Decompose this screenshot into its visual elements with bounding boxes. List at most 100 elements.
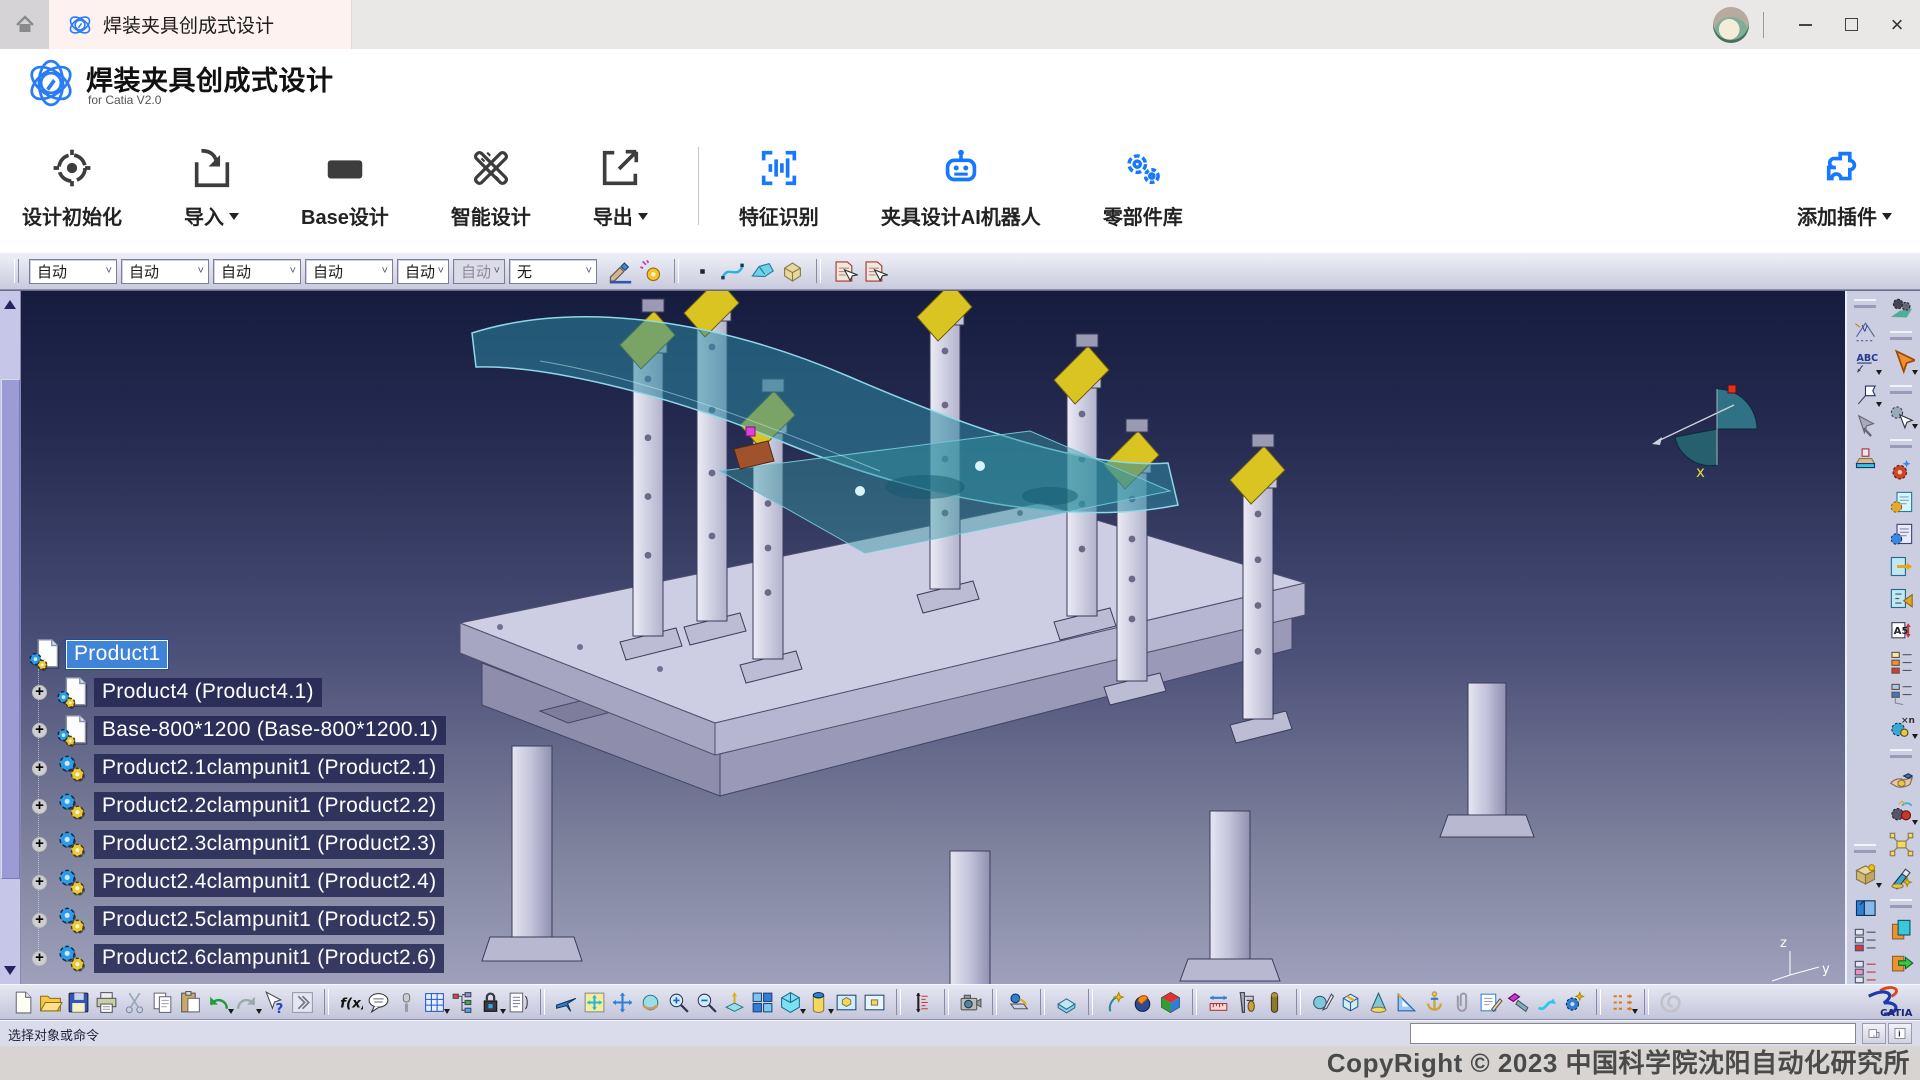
- list-rule-icon[interactable]: [506, 990, 531, 1015]
- surface-patch-icon[interactable]: [749, 258, 776, 285]
- expander-plus-icon[interactable]: +: [32, 761, 47, 776]
- abc-note-icon[interactable]: ABC: [1852, 349, 1879, 376]
- catalog-box-icon[interactable]: [1852, 862, 1879, 889]
- spray-can-icon[interactable]: [637, 258, 664, 285]
- format-combo[interactable]: 无˅: [509, 259, 597, 284]
- undo-icon[interactable]: [206, 990, 231, 1015]
- paint-brush-icon[interactable]: [607, 258, 634, 285]
- copy-green-icon[interactable]: [1888, 949, 1915, 976]
- format-combo[interactable]: 自动˅: [121, 259, 209, 284]
- expander-plus-icon[interactable]: +: [32, 875, 47, 890]
- camera-icon[interactable]: [958, 990, 983, 1015]
- print-icon[interactable]: [94, 990, 119, 1015]
- scroll-down-arrow[interactable]: [2, 965, 18, 981]
- tree-item[interactable]: + Product2.6clampunit1 (Product2.6): [26, 939, 466, 977]
- box-solid-icon[interactable]: [779, 258, 806, 285]
- fx-icon[interactable]: f(x): [338, 990, 363, 1015]
- toolbar-separator[interactable]: [816, 259, 821, 283]
- new-doc-icon[interactable]: [10, 990, 35, 1015]
- knob-icon[interactable]: [394, 990, 419, 1015]
- tree-blue-icon[interactable]: [1888, 681, 1915, 708]
- named-view-b-icon[interactable]: [862, 990, 887, 1015]
- format-combo[interactable]: 自动˅: [29, 259, 117, 284]
- catalog-browse-icon[interactable]: [861, 258, 888, 285]
- tree-item[interactable]: + Product2.2clampunit1 (Product2.2): [26, 787, 466, 825]
- scrollbar-thumb[interactable]: [1, 379, 20, 879]
- fly-icon[interactable]: [554, 990, 579, 1015]
- toolbar-spacer[interactable]: [1865, 477, 1866, 835]
- tree-item-label[interactable]: Base-800*1200 (Base-800*1200.1): [94, 716, 446, 745]
- tree-item[interactable]: + Product2.5clampunit1 (Product2.5): [26, 901, 466, 939]
- orientation-compass[interactable]: x: [1652, 385, 1757, 481]
- toolbar-grip[interactable]: [1890, 749, 1912, 758]
- info-button[interactable]: i: [1888, 1023, 1912, 1044]
- ribbon-item[interactable]: 导出: [593, 145, 648, 230]
- measure-between-icon[interactable]: [1206, 990, 1231, 1015]
- scroll-up-arrow[interactable]: [2, 293, 18, 309]
- format-combo[interactable]: 自动˅: [305, 259, 393, 284]
- maximize-button[interactable]: [1828, 0, 1874, 49]
- swirl-icon[interactable]: [1658, 990, 1683, 1015]
- tree-item-label[interactable]: Product4 (Product4.1): [94, 678, 322, 707]
- screwdriver-icon[interactable]: [1506, 990, 1531, 1015]
- zoom-out-icon[interactable]: [694, 990, 719, 1015]
- format-combo[interactable]: 自动˅: [453, 259, 505, 284]
- cut-icon[interactable]: [122, 990, 147, 1015]
- capsule-icon[interactable]: [1262, 990, 1287, 1015]
- expander-plus-icon[interactable]: +: [32, 913, 47, 928]
- toolbar-grip[interactable]: [1854, 844, 1876, 853]
- export-tree-icon[interactable]: [1888, 585, 1915, 612]
- tree-item-label[interactable]: Product2.4clampunit1 (Product2.4): [94, 868, 444, 897]
- tree-item-label[interactable]: Product1: [66, 640, 168, 669]
- shade-cylinder-icon[interactable]: [806, 990, 831, 1015]
- ribbon-item-add-plugin[interactable]: 添加插件: [1797, 145, 1892, 230]
- viewport-3d[interactable]: x z y + Product1 + Prod: [0, 290, 1920, 985]
- toolbar-separator[interactable]: [674, 259, 679, 283]
- toolbar-grip[interactable]: [1854, 299, 1876, 308]
- format-combo[interactable]: 自动˅: [213, 259, 301, 284]
- ruler-axis-icon[interactable]: [910, 990, 935, 1015]
- tree-item-label[interactable]: Product2.1clampunit1 (Product2.1): [94, 754, 444, 783]
- ribbon-item[interactable]: 特征识别: [739, 145, 819, 230]
- spider-frame-icon[interactable]: [1888, 831, 1915, 858]
- command-input[interactable]: [1410, 1023, 1856, 1044]
- minimize-button[interactable]: [1782, 0, 1828, 49]
- point-dot-icon[interactable]: [689, 258, 716, 285]
- gear-doc-gold-icon[interactable]: [1888, 521, 1915, 548]
- tree-item[interactable]: + Product2.1clampunit1 (Product2.1): [26, 749, 466, 787]
- user-avatar[interactable]: [1713, 7, 1749, 43]
- toolbar-grip[interactable]: [1890, 899, 1912, 908]
- gear-bug-icon[interactable]: [1888, 799, 1915, 826]
- toolbar-grip[interactable]: [14, 259, 19, 283]
- pan-icon[interactable]: [610, 990, 635, 1015]
- tree-item[interactable]: + Product4 (Product4.1): [26, 673, 466, 711]
- fit-all-icon[interactable]: [582, 990, 607, 1015]
- hand-cube-icon[interactable]: [1888, 767, 1915, 794]
- orange-grid-icon[interactable]: [1610, 990, 1635, 1015]
- stack-book-icon[interactable]: [1054, 990, 1079, 1015]
- expander-plus-icon[interactable]: +: [32, 723, 47, 738]
- tree-list-a-icon[interactable]: [1852, 926, 1879, 953]
- tree-red-icon[interactable]: [1888, 649, 1915, 676]
- cone-icon[interactable]: [1366, 990, 1391, 1015]
- tree-item-label[interactable]: Product2.3clampunit1 (Product2.3): [94, 830, 444, 859]
- tree-item[interactable]: + Product1: [26, 635, 466, 673]
- caliper-icon[interactable]: [1234, 990, 1259, 1015]
- swap-a5-icon[interactable]: A5: [1888, 617, 1915, 644]
- gear-doc-cyan-icon[interactable]: [1888, 489, 1915, 516]
- chevron-right-icon[interactable]: [290, 990, 315, 1015]
- box3d-icon[interactable]: [1338, 990, 1363, 1015]
- gear-star-icon[interactable]: [1562, 990, 1587, 1015]
- expander-plus-icon[interactable]: +: [32, 951, 47, 966]
- bubble-icon[interactable]: [366, 990, 391, 1015]
- sphere-box-icon[interactable]: [1006, 990, 1031, 1015]
- fire-sphere-icon[interactable]: [1130, 990, 1155, 1015]
- ribbon-item[interactable]: 设计初始化: [22, 145, 122, 230]
- toolbar-grip[interactable]: [1890, 385, 1912, 394]
- spline-curve-icon[interactable]: [719, 258, 746, 285]
- copy-icon[interactable]: [150, 990, 175, 1015]
- tree-structure-icon[interactable]: [450, 990, 475, 1015]
- redo-icon[interactable]: [234, 990, 259, 1015]
- expander-plus-icon[interactable]: +: [32, 685, 47, 700]
- expander-plus-icon[interactable]: +: [32, 799, 47, 814]
